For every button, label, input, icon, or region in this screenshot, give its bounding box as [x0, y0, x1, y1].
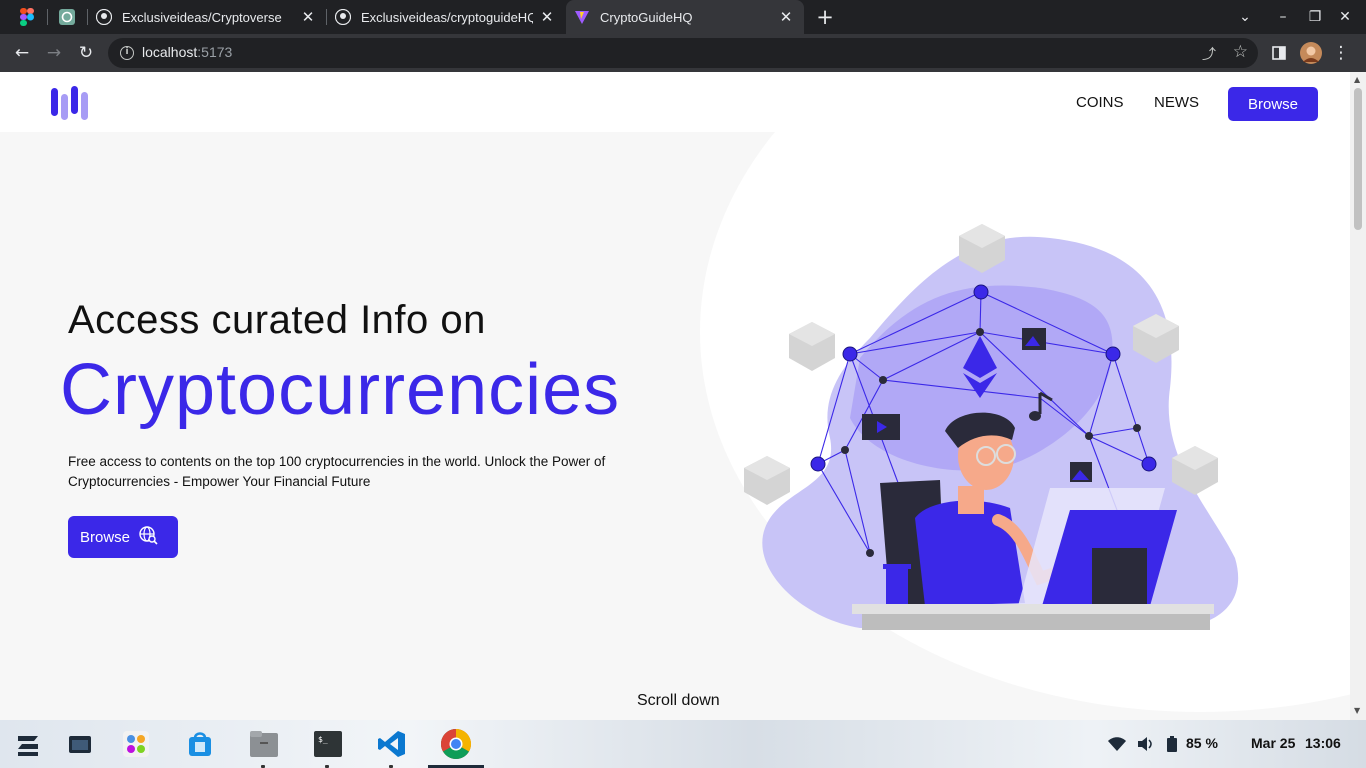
chrome-icon[interactable] — [440, 728, 472, 760]
nav-link-coins[interactable]: COINS — [1076, 94, 1124, 111]
reload-icon[interactable]: ↻ — [75, 42, 97, 64]
bookmark-star-icon[interactable]: ☆ — [1233, 42, 1248, 62]
side-panel-icon[interactable] — [1268, 42, 1290, 64]
hero-browse-label: Browse — [80, 528, 131, 546]
clock-label[interactable]: 13:06 — [1305, 735, 1341, 751]
hero-heading-line1: Access curated Info on — [68, 298, 486, 342]
os-taskbar: $_ 85 % Mar 25 13:06 — [0, 720, 1366, 768]
browser-toolbar: ← → ↻ i localhost:5173 ⤴ ☆ ⋮ — [0, 34, 1366, 72]
back-icon[interactable]: ← — [11, 42, 33, 64]
forward-icon[interactable]: → — [43, 42, 65, 64]
hero-heading-line2: Cryptocurrencies — [60, 350, 621, 430]
svg-text:$_: $_ — [318, 735, 328, 744]
date-label[interactable]: Mar 25 — [1251, 735, 1295, 751]
figma-tab-icon[interactable] — [16, 6, 38, 28]
github-icon — [96, 9, 112, 25]
wifi-icon[interactable] — [1105, 728, 1129, 760]
hero-description: Free access to contents on the top 100 c… — [68, 454, 606, 489]
browser-tab-strip: Exclusiveideas/Cryptoverse ✕ Exclusiveid… — [0, 0, 1366, 34]
share-icon[interactable]: ⤴ — [1202, 44, 1216, 64]
scroll-down-arrow-icon[interactable]: ▼ — [1354, 706, 1360, 715]
scrollbar-thumb[interactable] — [1354, 88, 1362, 230]
maximize-icon[interactable]: ❐ — [1305, 7, 1325, 27]
zorin-menu-icon[interactable] — [12, 728, 44, 760]
vite-icon — [574, 9, 590, 25]
scroll-down-hint[interactable]: Scroll down — [637, 692, 720, 710]
workspace-icon[interactable] — [64, 728, 96, 760]
page-scrollbar[interactable]: ▲ ▼ — [1350, 72, 1366, 720]
tab-search-icon[interactable]: ⌄ — [1235, 7, 1255, 27]
site-info-icon[interactable]: i — [120, 46, 134, 60]
nav-link-news[interactable]: NEWS — [1154, 94, 1199, 111]
hero-browse-button[interactable]: Browse — [68, 516, 178, 558]
close-icon[interactable]: ✕ — [539, 9, 555, 25]
site-navbar: COINS NEWS Browse — [0, 72, 1350, 132]
volume-icon[interactable] — [1134, 728, 1158, 760]
chatgpt-tab-icon[interactable] — [56, 6, 78, 28]
minimize-icon[interactable]: – — [1273, 7, 1293, 27]
profile-avatar[interactable] — [1300, 42, 1322, 64]
battery-icon[interactable] — [1162, 728, 1182, 760]
hero-illustration — [740, 218, 1240, 642]
github-icon — [335, 9, 351, 25]
new-tab-button[interactable]: + — [815, 7, 835, 28]
site-logo[interactable] — [50, 86, 92, 126]
scroll-up-arrow-icon[interactable]: ▲ — [1354, 75, 1360, 84]
address-bar[interactable]: i localhost:5173 ⤴ ☆ — [108, 38, 1258, 68]
terminal-icon[interactable]: $_ — [312, 728, 344, 760]
tab-title: Exclusiveideas/Cryptoverse — [122, 9, 282, 25]
file-manager-icon[interactable] — [248, 728, 280, 760]
tab-cryptoguidehq[interactable]: CryptoGuideHQ ✕ — [566, 0, 804, 34]
software-icon[interactable] — [120, 728, 152, 760]
battery-percent[interactable]: 85 % — [1186, 735, 1218, 751]
vscode-icon[interactable] — [376, 728, 408, 760]
tab-title: Exclusiveideas/cryptoguideHQ — [361, 9, 533, 25]
webpage: COINS NEWS Browse Access curated Info on… — [0, 72, 1350, 720]
globe-search-icon — [138, 525, 158, 549]
tab-cryptoguidehq-repo[interactable]: Exclusiveideas/cryptoguideHQ ✕ — [327, 0, 565, 34]
url-text[interactable]: localhost:5173 — [142, 44, 232, 60]
close-window-icon[interactable]: ✕ — [1335, 7, 1355, 27]
more-menu-icon[interactable]: ⋮ — [1330, 42, 1352, 64]
tab-cryptoverse[interactable]: Exclusiveideas/Cryptoverse ✕ — [88, 0, 326, 34]
close-icon[interactable]: ✕ — [778, 9, 794, 25]
tab-title: CryptoGuideHQ — [600, 9, 693, 25]
nav-browse-button[interactable]: Browse — [1228, 87, 1318, 121]
close-icon[interactable]: ✕ — [300, 9, 316, 25]
store-icon[interactable] — [184, 728, 216, 760]
